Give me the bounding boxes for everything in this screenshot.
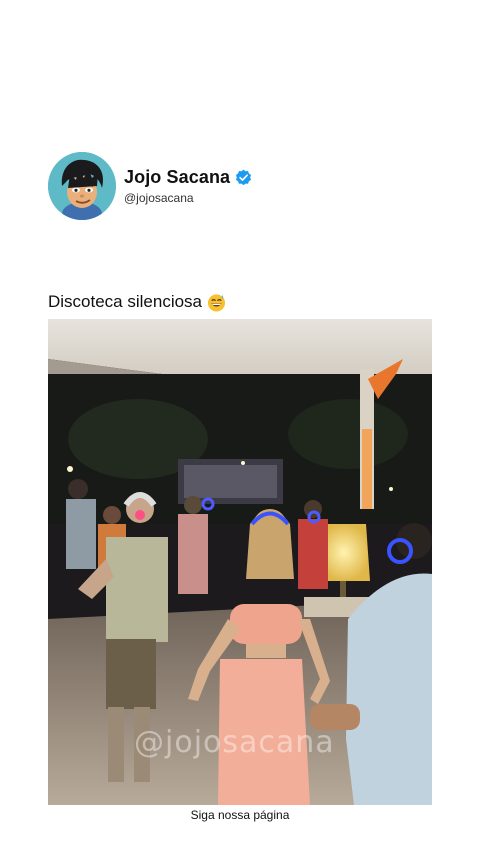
follow-cta[interactable]: Siga nossa página [0, 808, 480, 822]
cartoon-boy-avatar-icon [48, 152, 116, 220]
display-name[interactable]: Jojo Sacana [124, 167, 230, 188]
profile-avatar[interactable] [48, 152, 116, 220]
profile-handle[interactable]: @jojosacana [124, 191, 252, 205]
profile-header: Jojo Sacana @jojosacana [48, 152, 252, 220]
caption-text: Discoteca silenciosa [48, 292, 203, 311]
grinning-sweat-emoji-icon [207, 293, 226, 312]
post-caption: Discoteca silenciosa [48, 292, 226, 312]
video-watermark: @jojosacana [134, 725, 335, 760]
post-video[interactable]: @jojosacana [48, 319, 432, 805]
verified-badge-icon [236, 169, 252, 186]
